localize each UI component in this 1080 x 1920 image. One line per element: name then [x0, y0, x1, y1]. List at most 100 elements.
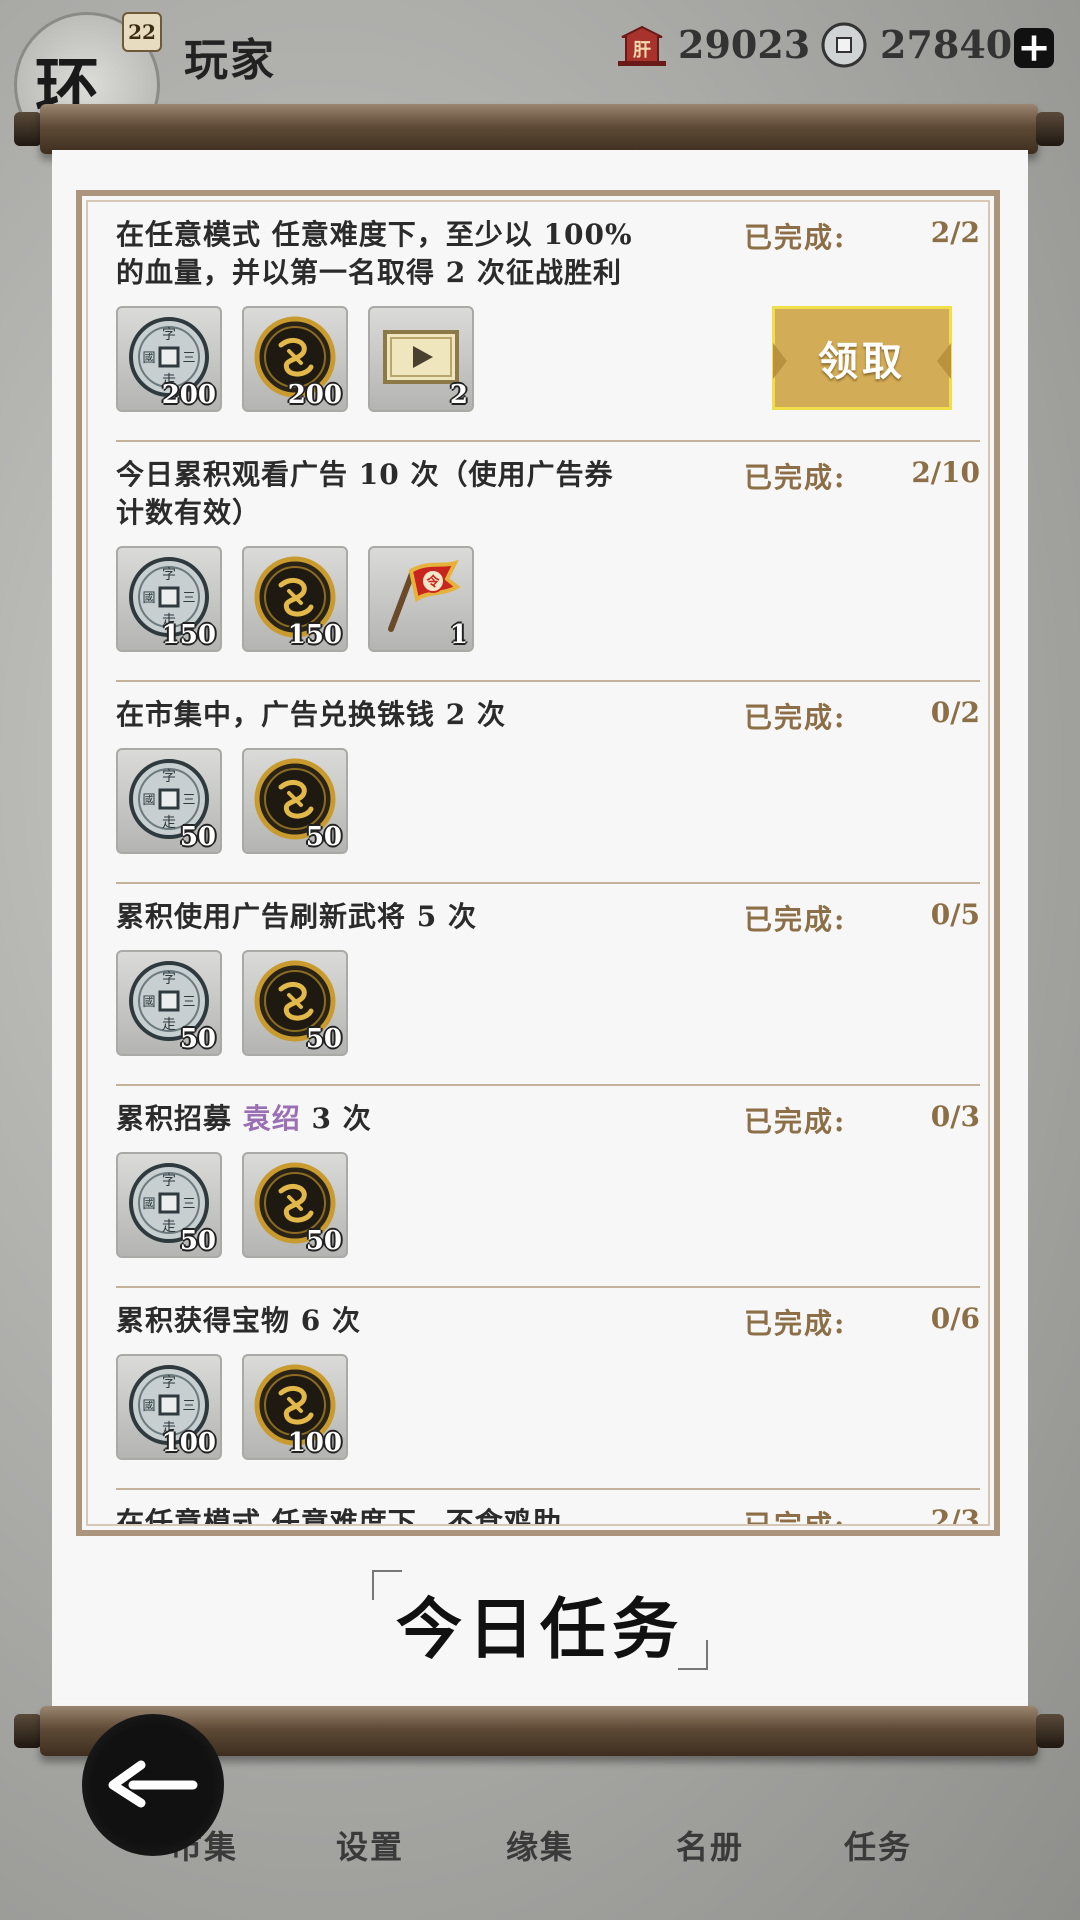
- task-progress: 0/5: [930, 898, 980, 931]
- task-progress: 2/10: [911, 456, 980, 489]
- claim-button[interactable]: 领取: [772, 306, 952, 410]
- coin-value: 27840: [880, 22, 1013, 67]
- task-description: 在任意模式 任意难度下，至少以 100% 的血量，并以第一名取得 2 次征战胜利: [116, 218, 633, 289]
- status-label: 已完成:: [744, 1509, 847, 1526]
- reward-count: 200: [287, 380, 342, 410]
- status-label: 已完成:: [744, 461, 847, 494]
- svg-text:國: 國: [142, 995, 155, 1010]
- task-item: 累积招募 袁绍 3 次 已完成: 0/3 字國 三走 50 50: [116, 1086, 980, 1288]
- reward-silver-coin[interactable]: 字國 三走 50: [116, 748, 222, 854]
- reward-silver-coin[interactable]: 字國 三走 50: [116, 1152, 222, 1258]
- task-progress: 0/2: [930, 696, 980, 729]
- currency-seal: 肝 29023: [614, 22, 810, 67]
- task-progress: 0/6: [930, 1302, 980, 1335]
- level-badge: 22: [122, 12, 162, 52]
- svg-text:走: 走: [162, 815, 176, 831]
- add-currency-button[interactable]: +: [1014, 28, 1054, 68]
- reward-list: 字國三走 100 100: [116, 1354, 348, 1460]
- panel-title: 今日任务: [372, 1566, 708, 1670]
- reward-gold-coin[interactable]: 100: [242, 1354, 348, 1460]
- reward-list: 字國三走 150 150 令 1: [116, 546, 474, 652]
- svg-text:國: 國: [142, 591, 155, 606]
- reward-count: 200: [161, 380, 216, 410]
- seal-value: 29023: [678, 22, 811, 67]
- svg-text:三: 三: [182, 793, 195, 808]
- highlighted-general: 袁绍: [242, 1102, 301, 1135]
- reward-silver-coin[interactable]: 字國 三走 50: [116, 950, 222, 1056]
- svg-text:字: 字: [162, 567, 176, 583]
- svg-text:字: 字: [162, 971, 176, 987]
- reward-silver-coin[interactable]: 字國三走 200: [116, 306, 222, 412]
- nav-settings[interactable]: 设置: [310, 1822, 430, 1868]
- svg-text:字: 字: [162, 769, 176, 785]
- task-progress: 2/2: [930, 216, 980, 249]
- reward-ad-ticket[interactable]: 2: [368, 306, 474, 412]
- reward-count: 100: [287, 1428, 342, 1458]
- plus-icon: +: [1017, 24, 1051, 71]
- status-label: 已完成:: [744, 701, 847, 734]
- reward-count: 1: [449, 620, 468, 650]
- reward-gold-coin[interactable]: 50: [242, 950, 348, 1056]
- reward-gold-coin[interactable]: 50: [242, 1152, 348, 1258]
- reward-count: 50: [179, 1226, 216, 1256]
- svg-text:國: 國: [142, 1197, 155, 1212]
- reward-count: 50: [179, 1024, 216, 1054]
- red-seal-icon: 肝: [614, 23, 670, 67]
- task-description: 在市集中，广告兑换铢钱 2 次: [116, 698, 506, 731]
- task-description: 累积招募 袁绍 3 次: [116, 1102, 372, 1135]
- svg-text:三: 三: [182, 995, 195, 1010]
- svg-text:三: 三: [182, 351, 195, 366]
- reward-count: 2: [449, 380, 468, 410]
- reward-list: 字國 三走 50 50: [116, 950, 348, 1056]
- nav-roster[interactable]: 名册: [650, 1822, 770, 1868]
- svg-text:肝: 肝: [633, 40, 651, 61]
- back-button[interactable]: [82, 1714, 224, 1856]
- status-label: 已完成:: [744, 1307, 847, 1340]
- reward-silver-coin[interactable]: 字國三走 100: [116, 1354, 222, 1460]
- reward-count: 50: [305, 1226, 342, 1256]
- reward-count: 150: [287, 620, 342, 650]
- top-header: 环 22 玩家 肝 29023 27840 +: [0, 0, 1080, 158]
- svg-text:三: 三: [182, 1399, 195, 1414]
- copper-coin-icon: [816, 22, 872, 67]
- nav-fate[interactable]: 缘集: [480, 1822, 600, 1868]
- reward-silver-coin[interactable]: 字國三走 150: [116, 546, 222, 652]
- reward-gold-coin[interactable]: 150: [242, 546, 348, 652]
- task-item: 在任意模式 任意难度下，不食鸡肋， 已完成: 2/3: [116, 1490, 980, 1526]
- status-label: 已完成:: [744, 1105, 847, 1138]
- status-label: 已完成:: [744, 903, 847, 936]
- reward-count: 50: [305, 1024, 342, 1054]
- reward-command-flag[interactable]: 令 1: [368, 546, 474, 652]
- task-item: 今日累积观看广告 10 次（使用广告券 计数有效） 已完成: 2/10 字國三走…: [116, 442, 980, 682]
- reward-list: 字國三走 200 200 2: [116, 306, 474, 412]
- player-name: 玩家: [184, 35, 276, 86]
- svg-text:三: 三: [182, 1197, 195, 1212]
- task-description: 累积使用广告刷新武将 5 次: [116, 900, 477, 933]
- task-progress: 2/3: [930, 1504, 980, 1526]
- reward-list: 字國 三走 50 50: [116, 1152, 348, 1258]
- status-label: 已完成:: [744, 221, 847, 254]
- task-description: 今日累积观看广告 10 次（使用广告券 计数有效）: [116, 458, 614, 529]
- reward-count: 150: [161, 620, 216, 650]
- back-arrow-icon: [103, 1753, 203, 1817]
- nav-tasks[interactable]: 任务: [818, 1822, 938, 1868]
- reward-count: 50: [305, 822, 342, 852]
- task-list-scroll[interactable]: 在任意模式 任意难度下，至少以 100% 的血量，并以第一名取得 2 次征战胜利…: [86, 200, 990, 1526]
- svg-text:字: 字: [162, 1173, 176, 1189]
- svg-text:走: 走: [162, 1219, 176, 1235]
- currency-coin: 27840: [816, 22, 1012, 67]
- reward-count: 100: [161, 1428, 216, 1458]
- svg-text:國: 國: [142, 351, 155, 366]
- task-item: 累积使用广告刷新武将 5 次 已完成: 0/5 字國 三走 50 50: [116, 884, 980, 1086]
- task-description: 累积获得宝物 6 次: [116, 1304, 361, 1337]
- task-list-frame: 在任意模式 任意难度下，至少以 100% 的血量，并以第一名取得 2 次征战胜利…: [76, 190, 1000, 1536]
- reward-gold-coin[interactable]: 200: [242, 306, 348, 412]
- reward-count: 50: [179, 822, 216, 852]
- svg-text:國: 國: [142, 1399, 155, 1414]
- task-item: 在市集中，广告兑换铢钱 2 次 已完成: 0/2 字國 三走 50 50: [116, 682, 980, 884]
- task-item: 累积获得宝物 6 次 已完成: 0/6 字國三走 100 100: [116, 1288, 980, 1490]
- reward-gold-coin[interactable]: 50: [242, 748, 348, 854]
- svg-text:國: 國: [142, 793, 155, 808]
- panel-title-text: 今日任务: [396, 1590, 684, 1668]
- svg-text:字: 字: [162, 327, 176, 343]
